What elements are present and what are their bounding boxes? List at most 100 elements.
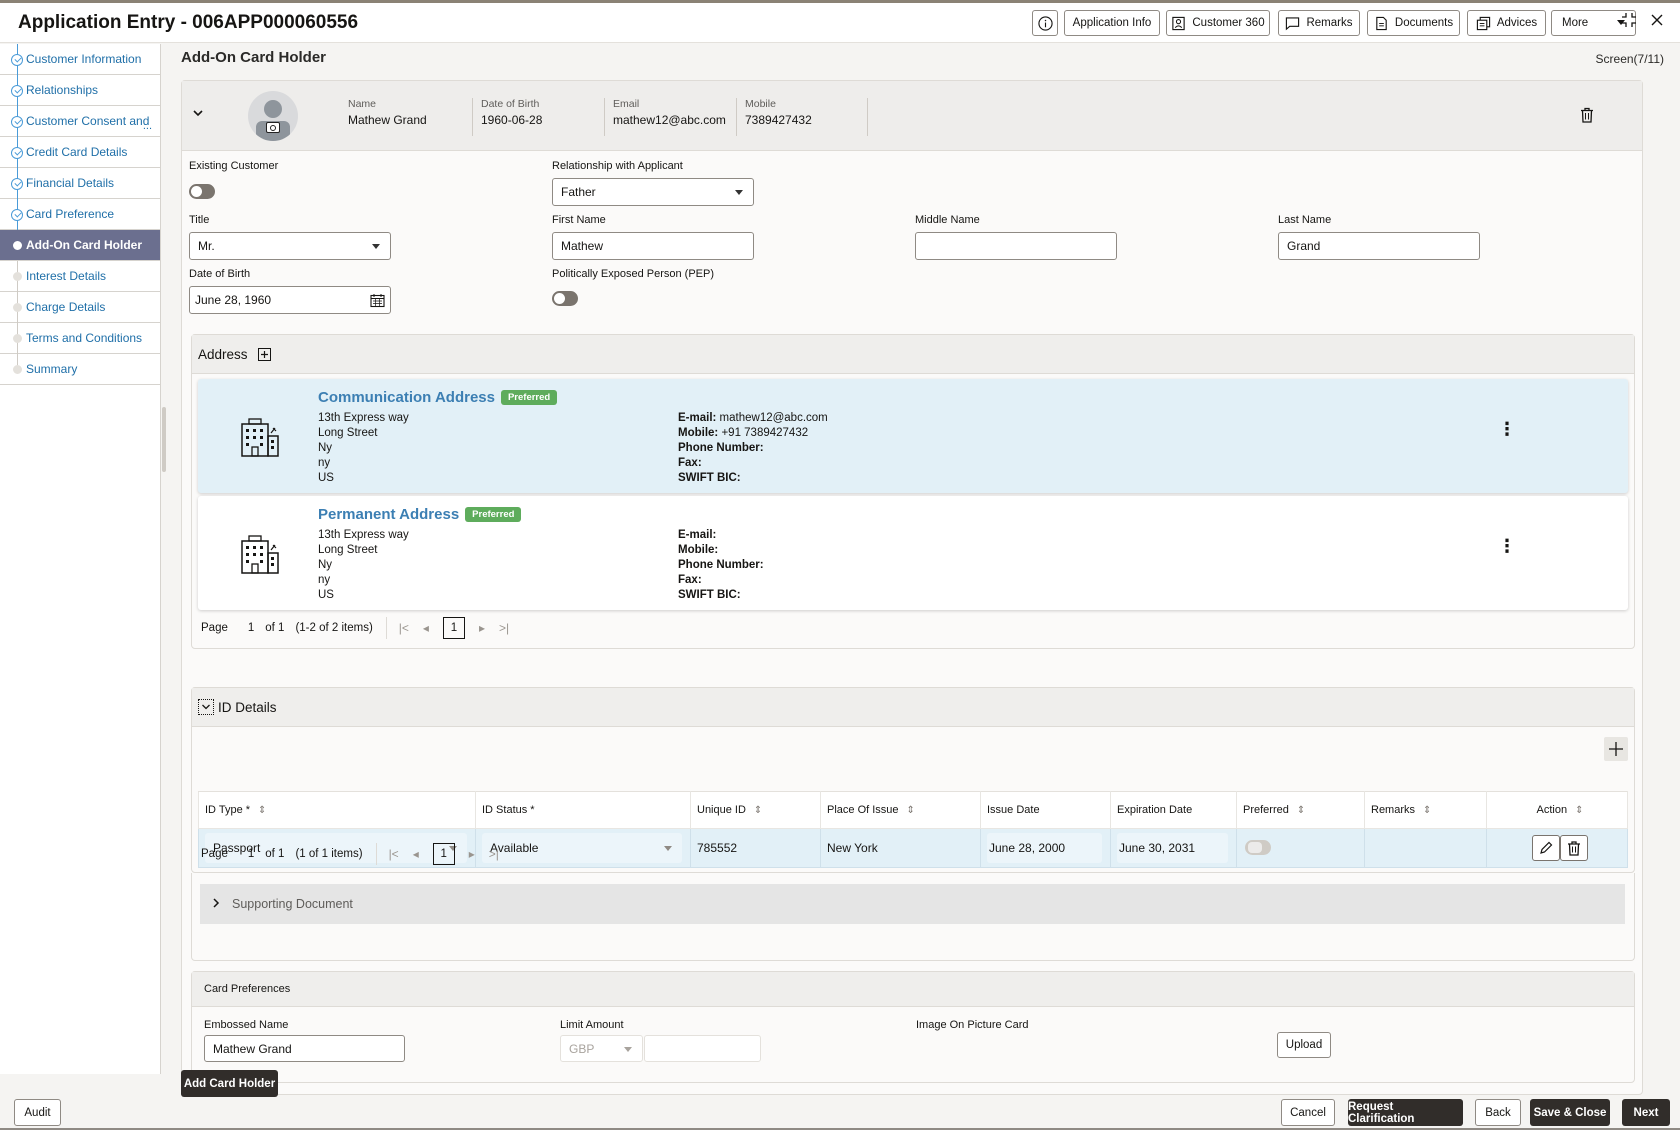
currency-select[interactable]: GBP [560,1035,643,1062]
minimize-icon[interactable] [1621,11,1637,34]
sort-icon[interactable]: ⇕ [1575,805,1583,816]
supporting-document-accordion[interactable]: Supporting Document [200,884,1625,924]
avatar[interactable] [248,91,298,141]
nav-customer-information[interactable]: Customer Information [0,44,160,75]
pager-divider [385,617,387,639]
add-id-button[interactable] [1604,737,1628,761]
first-page-icon[interactable]: |< [399,621,409,635]
nav-terms-and-conditions[interactable]: Terms and Conditions [0,323,160,354]
advices-button[interactable]: Advices [1467,10,1546,36]
preferred-badge: Preferred [500,390,558,405]
last-name-label: Last Name [1278,214,1332,226]
camera-icon[interactable] [266,122,280,133]
col-remarks[interactable]: Remarks ⇕ [1364,791,1487,829]
card-preferences-title: Card Preferences [204,983,291,995]
audit-button[interactable]: Audit [14,1099,61,1126]
col-unique-id[interactable]: Unique ID ⇕ [690,791,821,829]
calendar-icon[interactable] [370,293,385,311]
existing-customer-toggle[interactable] [189,184,215,199]
pager-page-input[interactable]: 1 [248,848,254,860]
advices-icon [1476,16,1491,30]
add-address-icon[interactable] [257,347,271,361]
address-card-permanent[interactable]: Permanent Address Preferred 13th Express … [198,496,1628,610]
nav-credit-card-details[interactable]: Credit Card Details [0,137,160,168]
title-select[interactable]: Mr. [189,232,391,260]
sidebar-resize-handle[interactable] [162,407,166,472]
sort-icon[interactable]: ⇕ [258,805,266,816]
cancel-button[interactable]: Cancel [1281,1099,1335,1126]
prev-page-icon[interactable]: ◂ [413,847,419,861]
nav-add-on-card-holder[interactable]: Add-On Card Holder [0,230,160,261]
edit-button[interactable] [1532,835,1560,861]
next-page-icon[interactable]: ▸ [469,847,475,861]
customer-360-button[interactable]: Customer 360 [1166,10,1270,36]
middle-name-input[interactable] [915,232,1117,260]
pep-toggle[interactable] [552,291,578,306]
address-card-communication[interactable]: Communication Address Preferred 13th Expr… [198,379,1628,493]
prev-page-icon[interactable]: ◂ [423,621,429,635]
phone-label: Phone Number: [678,559,764,571]
chevron-down-icon[interactable] [192,106,204,121]
pager-items: (1 of 1 items) [295,848,363,860]
title-value: Mr. [198,239,215,253]
limit-amount-input[interactable] [644,1035,761,1062]
first-name-input[interactable]: Mathew [552,232,754,260]
application-info-button[interactable]: Application Info [1064,10,1160,36]
profile-name-label: Name [348,98,377,110]
save-close-button[interactable]: Save & Close [1530,1099,1610,1126]
first-page-icon[interactable]: |< [389,847,399,861]
currency-value: GBP [569,1041,595,1056]
profile-name: Name Mathew Grand [348,98,427,136]
collapse-icon[interactable] [198,699,214,715]
col-place-of-issue[interactable]: Place Of Issue ⇕ [820,791,981,829]
remarks-button[interactable]: Remarks [1278,10,1360,36]
plus-icon [1609,742,1623,756]
nav-summary[interactable]: Summary [0,354,160,385]
next-page-icon[interactable]: ▸ [479,621,485,635]
address-section-title: Address [198,346,248,362]
last-page-icon[interactable]: >| [499,621,509,635]
kebab-menu-icon[interactable]: ⋮ [1498,537,1516,555]
info-button[interactable] [1032,10,1058,36]
nav-charge-details[interactable]: Charge Details [0,292,160,323]
next-button[interactable]: Next [1622,1099,1670,1126]
trash-icon [1568,840,1580,856]
nav-relationships[interactable]: Relationships [0,75,160,106]
upload-button[interactable]: Upload [1277,1032,1331,1058]
close-icon[interactable] [1649,11,1665,34]
back-button[interactable]: Back [1475,1099,1521,1126]
documents-button[interactable]: Documents [1367,10,1460,36]
nav-card-preference[interactable]: Card Preference [0,199,160,230]
nav-customer-consent[interactable]: Customer Consent and... [0,106,160,137]
sort-icon[interactable]: ⇕ [754,805,762,816]
nav-interest-details[interactable]: Interest Details [0,261,160,292]
relationship-select[interactable]: Father [552,178,754,206]
col-preferred[interactable]: Preferred ⇕ [1236,791,1365,829]
nav-label: Terms and Conditions [26,331,143,345]
current-page-button[interactable]: 1 [442,617,465,639]
address-pager: Page 1 of 1 (1-2 of 2 items) |< ◂ 1 ▸ >| [201,617,523,639]
app-header: Application Entry - 006APP000060556 Appl… [0,3,1680,43]
building-icon [240,416,280,461]
sort-icon[interactable]: ⇕ [907,805,915,816]
profile-email: Email mathew12@abc.com [604,98,736,136]
delete-button[interactable] [1560,835,1588,861]
col-action[interactable]: Action ⇕ [1486,791,1628,829]
sort-icon[interactable]: ⇕ [1297,805,1305,816]
dob-date-input[interactable]: June 28, 1960 [189,286,391,314]
nav-financial-details[interactable]: Financial Details [0,168,160,199]
title-label: Title [189,214,210,226]
delete-card-holder-icon[interactable] [1580,107,1594,126]
sort-icon[interactable]: ⇕ [1423,805,1431,816]
kebab-menu-icon[interactable]: ⋮ [1498,420,1516,438]
last-name-value: Grand [1287,239,1321,253]
last-page-icon[interactable]: >| [489,847,499,861]
last-name-input[interactable]: Grand [1278,232,1480,260]
address-line: ny [318,574,331,586]
embossed-name-input[interactable]: Mathew Grand [204,1035,405,1062]
col-id-type[interactable]: ID Type * ⇕ [198,791,476,829]
request-clarification-button[interactable]: Request Clarification [1348,1099,1463,1126]
pager-page-input[interactable]: 1 [248,622,254,634]
current-page-button[interactable]: 1 [432,843,455,865]
embossed-name-value: Mathew Grand [213,1041,292,1056]
